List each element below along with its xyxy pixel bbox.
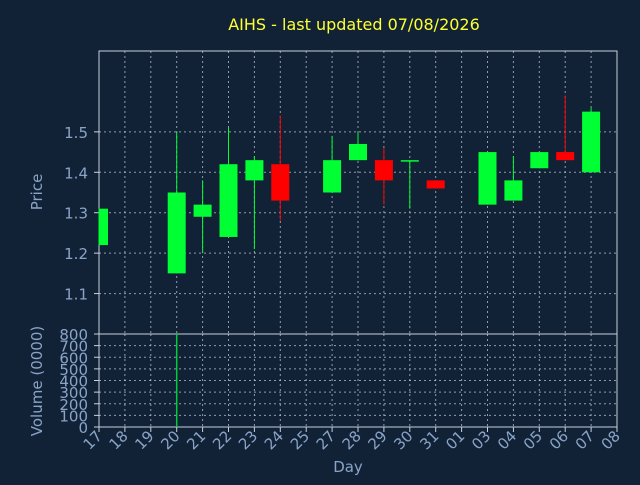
price-tick-label: 1.2 xyxy=(64,245,88,263)
candle-body xyxy=(556,152,575,161)
chart-root: AIHS - last updated 07/08/2026 1.1 1.2 1.3… xyxy=(0,0,640,480)
candle-body xyxy=(504,180,523,201)
candle-body xyxy=(400,160,419,162)
candle-body xyxy=(245,160,264,181)
candle-body xyxy=(167,192,186,274)
candle-body xyxy=(374,160,393,181)
candle-body xyxy=(99,208,108,246)
x-axis-label: Day xyxy=(333,458,363,476)
candle-body xyxy=(530,152,549,169)
candlestick-chart: AIHS - last updated 07/08/2026 1.1 1.2 1.3… xyxy=(0,0,640,480)
chart-title: AIHS - last updated 07/08/2026 xyxy=(228,15,480,34)
chart-background xyxy=(0,0,640,480)
candle-body xyxy=(219,164,238,237)
candle-body xyxy=(323,160,342,193)
volume-axis-label: Volume (0000) xyxy=(28,326,46,436)
candle-body xyxy=(193,204,212,217)
candle-body xyxy=(349,143,367,161)
price-tick-label: 1.5 xyxy=(64,124,88,142)
candle-body xyxy=(478,152,497,205)
candle-body xyxy=(582,111,601,173)
price-axis-label: Price xyxy=(28,174,46,211)
price-tick-label: 1.3 xyxy=(64,205,88,223)
price-tick-label: 1.4 xyxy=(64,164,88,182)
candle-body xyxy=(426,180,445,189)
candle-body xyxy=(271,164,290,201)
price-tick-label: 1.1 xyxy=(64,286,88,304)
volume-tick-label: 800 xyxy=(59,326,88,344)
